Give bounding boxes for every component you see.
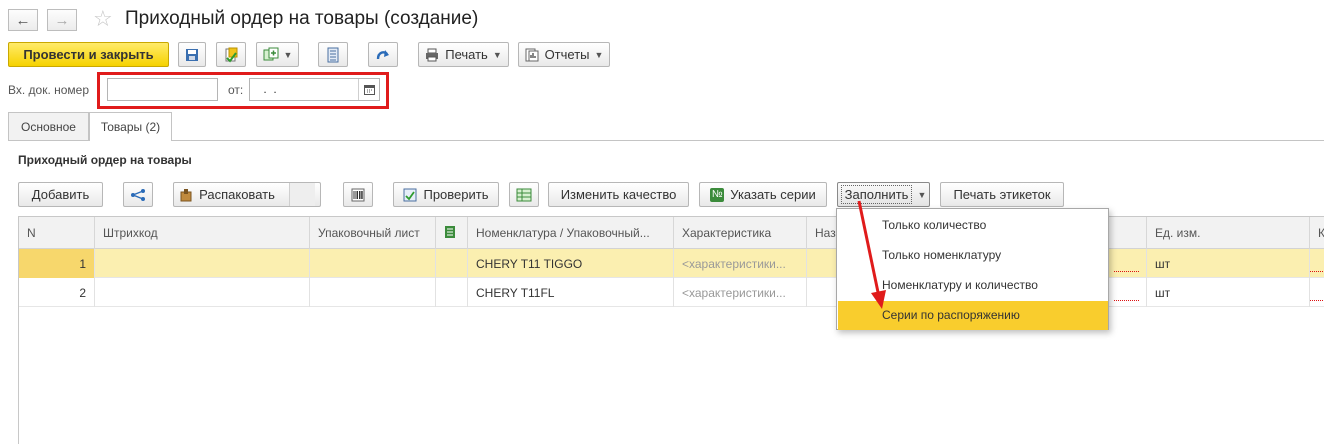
arrow-left-icon: ← xyxy=(15,11,31,29)
pick-button[interactable] xyxy=(509,182,539,207)
chevron-down-icon: ▼ xyxy=(492,49,502,60)
print-labels-button[interactable]: Печать этикеток xyxy=(940,182,1064,207)
required-field-underline xyxy=(1114,271,1139,272)
unpack-button[interactable]: Распаковать xyxy=(173,182,321,207)
unpack-label: Распаковать xyxy=(199,187,275,202)
set-series-button[interactable]: № Указать серии xyxy=(699,182,827,207)
barcode-cell[interactable] xyxy=(95,249,310,278)
tab-divider xyxy=(8,140,1324,141)
box-icon xyxy=(180,188,192,201)
goods-table[interactable]: N Штрихкод Упаковочный лист Номенклатура… xyxy=(18,216,1324,444)
post-button[interactable] xyxy=(216,42,246,67)
barcode-icon xyxy=(351,188,365,201)
table-header: N Штрихкод Упаковочный лист Номенклатура… xyxy=(19,217,1324,249)
back-button[interactable]: ← xyxy=(8,9,38,31)
list-icon xyxy=(327,47,339,62)
unpack-disabled-part xyxy=(288,183,315,206)
split-line-button[interactable] xyxy=(123,182,153,207)
active-tab-gap xyxy=(90,139,171,141)
create-based-on-icon xyxy=(263,47,279,60)
quantity-cell[interactable] xyxy=(1310,249,1324,278)
nomenclature-cell[interactable]: CHERY T11FL xyxy=(468,278,674,307)
column-header-status[interactable] xyxy=(436,217,468,249)
section-title: Приходный ордер на товары xyxy=(18,153,192,167)
status-cell xyxy=(436,278,468,307)
column-header-quantity[interactable]: К xyxy=(1310,217,1324,249)
column-header-barcode[interactable]: Штрихкод xyxy=(95,217,310,249)
quantity-cell[interactable] xyxy=(1310,278,1324,307)
unit-cell[interactable]: шт xyxy=(1147,278,1310,307)
chevron-down-icon: ▼ xyxy=(594,49,604,60)
column-header-n[interactable]: N xyxy=(19,217,95,249)
post-document-icon xyxy=(225,47,238,63)
reports-label: Отчеты xyxy=(544,47,590,62)
column-header-unit[interactable]: Ед. изм. xyxy=(1147,217,1310,249)
chevron-down-icon: ▼ xyxy=(283,49,293,60)
table-row[interactable]: 1 CHERY T11 TIGGO <характеристики... шт xyxy=(19,249,1324,278)
arrow-right-icon: → xyxy=(54,11,70,29)
change-quality-button[interactable]: Изменить качество xyxy=(548,182,689,207)
column-header-characteristic[interactable]: Характеристика xyxy=(674,217,807,249)
save-button[interactable] xyxy=(178,42,206,67)
table-pick-icon xyxy=(516,188,532,201)
add-button[interactable]: Добавить xyxy=(18,182,103,207)
split-icon xyxy=(131,188,145,201)
doc-number-label: Вх. док. номер xyxy=(8,83,90,97)
characteristic-cell[interactable]: <характеристики... xyxy=(674,278,807,307)
check-label: Проверить xyxy=(423,187,489,202)
save-icon xyxy=(186,48,198,61)
tab-main[interactable]: Основное xyxy=(8,112,89,140)
print-button[interactable]: Печать ▼ xyxy=(418,42,509,67)
characteristic-cell[interactable]: <характеристики... xyxy=(674,249,807,278)
reports-button[interactable]: Отчеты ▼ xyxy=(518,42,610,67)
pack-list-cell[interactable] xyxy=(310,278,436,307)
create-based-on-button[interactable]: ▼ xyxy=(256,42,299,67)
window-title: Приходный ордер на товары (создание) xyxy=(125,8,479,29)
check-button[interactable]: Проверить xyxy=(393,182,499,207)
reports-icon xyxy=(525,48,539,61)
required-field-underline xyxy=(1114,300,1139,301)
print-label: Печать xyxy=(445,47,488,62)
curved-arrow-icon xyxy=(376,49,389,59)
required-field-underline xyxy=(1310,300,1324,301)
required-field-underline xyxy=(1310,271,1324,272)
post-and-close-button[interactable]: Провести и закрыть xyxy=(8,42,169,67)
barcode-cell[interactable] xyxy=(95,278,310,307)
printer-icon xyxy=(426,48,439,61)
document-structure-button[interactable] xyxy=(318,42,348,67)
column-header-nomenclature[interactable]: Номенклатура / Упаковочный... xyxy=(468,217,674,249)
number-sign-icon: № xyxy=(710,187,725,202)
set-series-label: Указать серии xyxy=(730,187,816,202)
forward-button[interactable]: → xyxy=(47,9,77,31)
unit-cell[interactable]: шт xyxy=(1147,249,1310,278)
document-status-icon xyxy=(445,226,455,238)
nomenclature-cell[interactable]: CHERY T11 TIGGO xyxy=(468,249,674,278)
column-header-pack-list[interactable]: Упаковочный лист xyxy=(310,217,436,249)
row-number: 2 xyxy=(19,278,95,307)
annotation-arrow xyxy=(857,200,886,309)
tab-goods[interactable]: Товары (2) xyxy=(89,112,172,141)
annotation-highlight-box xyxy=(97,72,389,109)
go-to-button[interactable] xyxy=(368,42,398,67)
chevron-down-icon: ▼ xyxy=(917,189,927,200)
pack-list-cell[interactable] xyxy=(310,249,436,278)
barcode-scan-button[interactable] xyxy=(343,182,373,207)
checklist-icon xyxy=(403,188,417,201)
table-row[interactable]: 2 CHERY T11FL <характеристики... шт xyxy=(19,278,1324,307)
row-number: 1 xyxy=(19,249,95,278)
status-cell xyxy=(436,249,468,278)
favorite-star-icon[interactable]: ☆ xyxy=(93,6,113,32)
